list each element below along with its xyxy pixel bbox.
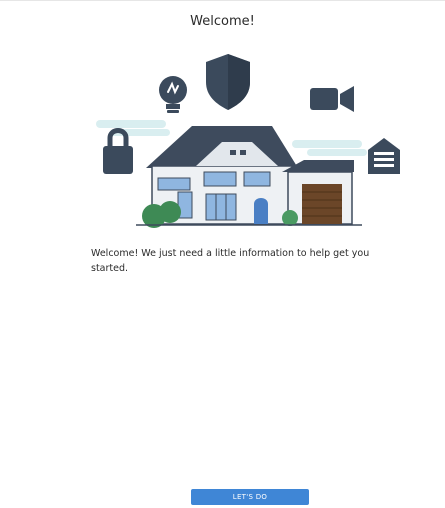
shield-icon xyxy=(206,54,250,110)
top-divider xyxy=(0,0,445,1)
welcome-screen: Welcome! Welcome! We just need a little … xyxy=(0,0,445,508)
video-camera-icon xyxy=(310,86,354,112)
smart-home-illustration xyxy=(96,54,400,228)
intro-text: Welcome! We just need a little informati… xyxy=(91,248,370,274)
lets-do-button[interactable]: LET'S DO xyxy=(191,489,309,505)
lightbulb-icon xyxy=(159,76,187,113)
padlock-icon xyxy=(103,128,133,174)
garage-icon xyxy=(368,138,400,174)
page-title: Welcome! xyxy=(190,14,255,29)
